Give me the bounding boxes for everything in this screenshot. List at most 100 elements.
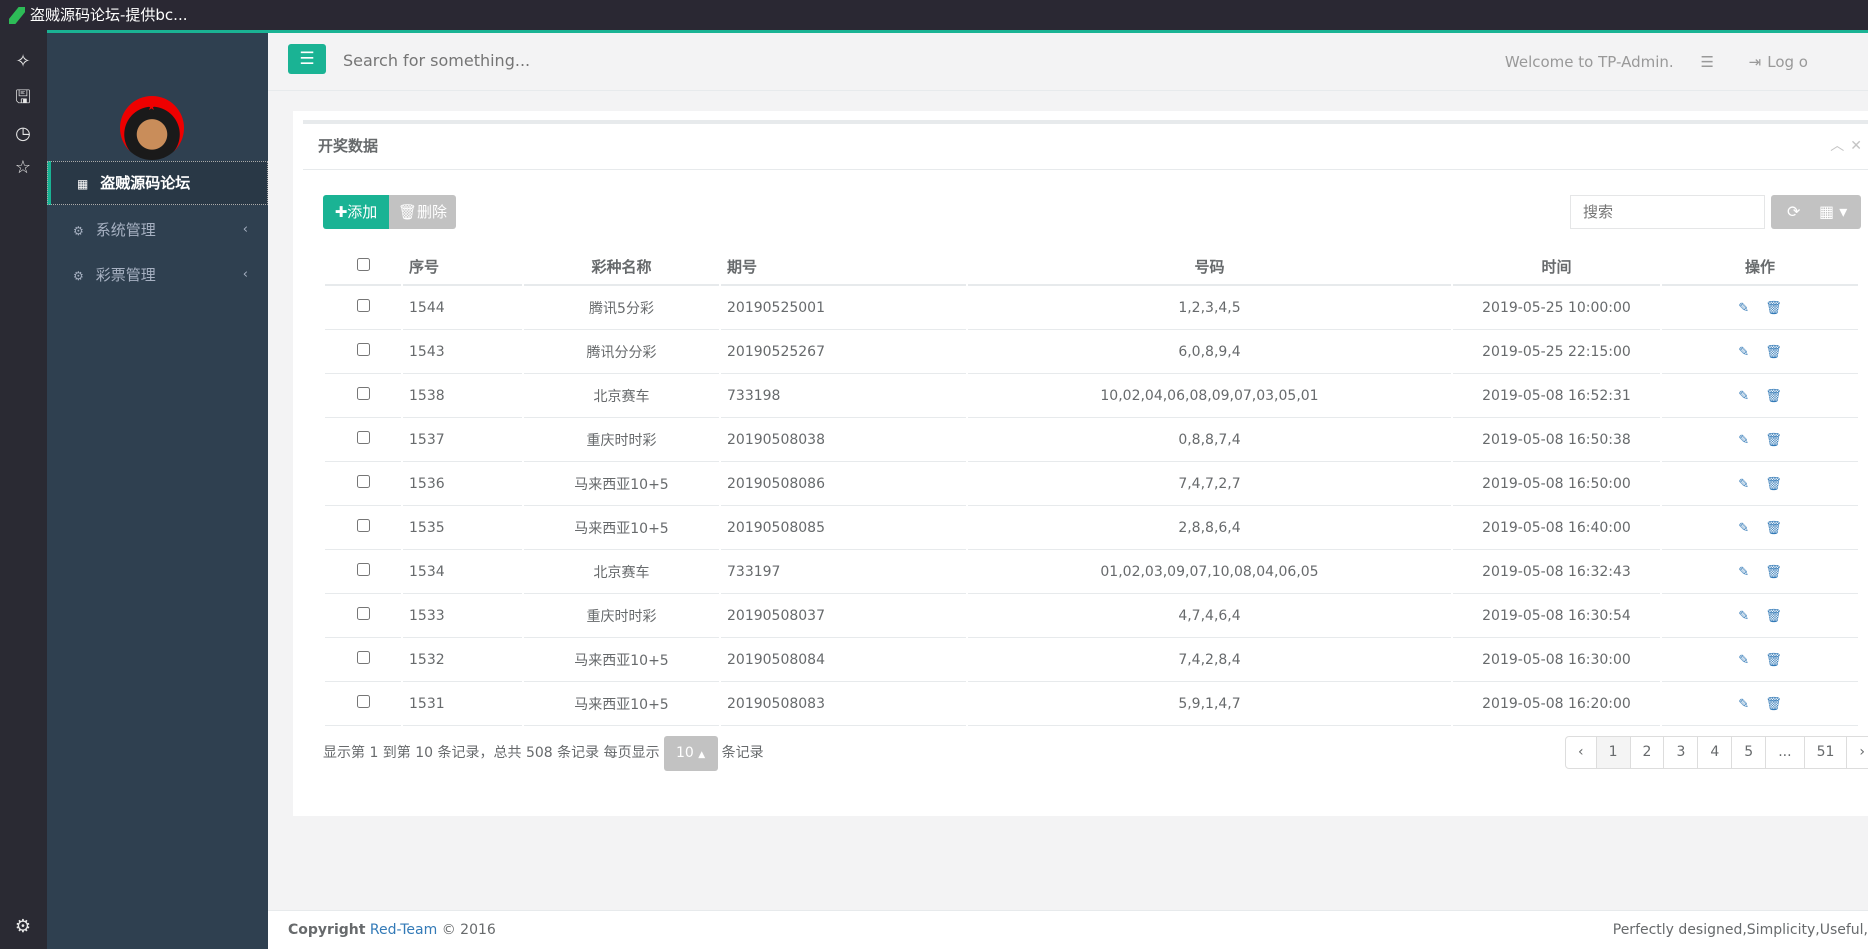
column-header[interactable]: 操作 [1662, 248, 1858, 286]
page-size-dropdown[interactable]: 10 ▲ [663, 736, 718, 771]
columns-icon[interactable]: ▦ ▾ [1819, 195, 1847, 229]
avatar[interactable] [120, 96, 184, 160]
column-header[interactable]: 号码 [968, 248, 1451, 286]
delete-button[interactable]: 🗑删除 [389, 195, 456, 229]
edit-icon[interactable]: ✎ [1738, 565, 1749, 580]
actions-cell: ✎ 🗑 [1662, 418, 1858, 462]
page-button[interactable]: 2 [1629, 737, 1664, 768]
select-all-checkbox[interactable] [356, 258, 370, 271]
page-button[interactable]: 5 [1731, 737, 1765, 768]
edit-icon[interactable]: ✎ [1738, 653, 1749, 668]
edit-icon[interactable]: ✎ [1738, 433, 1749, 448]
list-icon[interactable]: ☰ [1700, 53, 1713, 71]
edit-icon[interactable]: ✎ [1738, 389, 1749, 404]
sidebar-item-home[interactable]: ▦ 盗贼源码论坛 [47, 161, 268, 205]
top-header: ☰ Welcome to TP-Admin. ☰ ⇥ Log o [268, 33, 1868, 91]
issue-cell: 20190508038 [721, 418, 966, 462]
id-cell: 1536 [403, 462, 522, 506]
refresh-icon[interactable]: ⟳ [1787, 195, 1800, 229]
sidebar-item-lottery[interactable]: ⚙ 彩票管理 ‹ [47, 253, 268, 297]
trash-icon[interactable]: 🗑 [1765, 301, 1782, 316]
issue-cell: 20190508083 [721, 682, 966, 726]
column-header[interactable]: 期号 [721, 248, 966, 286]
data-panel: 开奖数据 ︿✕ ✚添加 🗑删除 ⟳ ▦ ▾ 序号彩种名称期号号码时间操作 154… [293, 111, 1868, 816]
menu-toggle-button[interactable]: ☰ [288, 44, 326, 74]
row-checkbox[interactable] [356, 607, 370, 620]
table-row: 1537 重庆时时彩 20190508038 0,8,8,7,4 2019-05-08 … [325, 418, 1858, 462]
edit-icon[interactable]: ✎ [1738, 521, 1749, 536]
sidebar-item-label: 系统管理 [95, 221, 156, 239]
row-select-cell [325, 462, 401, 506]
issue-cell: 20190525267 [721, 330, 966, 374]
column-header[interactable]: 序号 [403, 248, 522, 286]
row-checkbox[interactable] [356, 563, 370, 576]
logout-link[interactable]: ⇥ Log o [1749, 53, 1808, 71]
page-button[interactable]: 1 [1595, 737, 1630, 768]
edit-icon[interactable]: ✎ [1738, 609, 1749, 624]
table-row: 1543 腾讯分分彩 20190525267 6,0,8,9,4 2019-05-25 … [325, 330, 1858, 374]
page-button[interactable]: ‹ [1566, 737, 1596, 768]
trash-icon[interactable]: 🗑 [1765, 477, 1782, 492]
add-label: 添加 [347, 203, 378, 221]
id-cell: 1544 [403, 286, 522, 330]
trash-icon[interactable]: 🗑 [1765, 521, 1782, 536]
table-search-input[interactable] [1570, 195, 1765, 229]
edit-icon[interactable]: ✎ [1738, 697, 1749, 712]
page-button[interactable]: 4 [1697, 737, 1731, 768]
row-select-cell [325, 286, 401, 330]
numbers-cell: 0,8,8,7,4 [968, 418, 1451, 462]
trash-icon[interactable]: 🗑 [1765, 697, 1782, 712]
id-cell: 1535 [403, 506, 522, 550]
add-button[interactable]: ✚添加 [323, 195, 389, 229]
team-link[interactable]: Red-Team [370, 922, 437, 938]
sparkle-icon[interactable]: ✧ [12, 51, 34, 73]
time-cell: 2019-05-08 16:50:38 [1453, 418, 1660, 462]
lottery-name-cell: 重庆时时彩 [524, 594, 719, 638]
trash-icon[interactable]: 🗑 [1765, 389, 1782, 404]
actions-cell: ✎ 🗑 [1662, 286, 1858, 330]
trash-icon[interactable]: 🗑 [1765, 433, 1782, 448]
row-checkbox[interactable] [356, 519, 370, 532]
page-button[interactable]: ... [1765, 737, 1803, 768]
edit-icon[interactable]: ✎ [1738, 301, 1749, 316]
actions-cell: ✎ 🗑 [1662, 506, 1858, 550]
row-select-cell [325, 506, 401, 550]
time-cell: 2019-05-08 16:32:43 [1453, 550, 1660, 594]
gear-icon[interactable]: ⚙ [12, 916, 34, 938]
page-button[interactable]: › [1846, 737, 1868, 768]
row-checkbox[interactable] [356, 387, 370, 400]
table-row: 1531 马来西亚10+5 20190508083 5,9,1,4,7 2019-05-… [325, 682, 1858, 726]
close-icon[interactable]: ✕ [1850, 138, 1868, 154]
numbers-cell: 10,02,04,06,08,09,07,03,05,01 [968, 374, 1451, 418]
row-checkbox[interactable] [356, 475, 370, 488]
copyright-year: © 2016 [441, 922, 496, 938]
trash-icon[interactable]: 🗑 [1765, 345, 1782, 360]
actions-cell: ✎ 🗑 [1662, 330, 1858, 374]
trash-icon[interactable]: 🗑 [1765, 565, 1782, 580]
time-cell: 2019-05-08 16:50:00 [1453, 462, 1660, 506]
page-button[interactable]: 3 [1663, 737, 1697, 768]
actions-cell: ✎ 🗑 [1662, 682, 1858, 726]
row-checkbox[interactable] [356, 299, 370, 312]
row-checkbox[interactable] [356, 651, 370, 664]
collapse-icon[interactable]: ︿ [1830, 138, 1850, 154]
star-icon[interactable]: ☆ [12, 157, 34, 179]
trash-icon[interactable]: 🗑 [1765, 609, 1782, 624]
icon-strip: ✧ 🖫 ◷ ☆ ⚙ [0, 30, 47, 949]
sidebar-item-system[interactable]: ⚙ 系统管理 ‹ [47, 208, 268, 252]
search-input[interactable] [343, 45, 843, 75]
trash-icon[interactable]: 🗑 [1765, 653, 1782, 668]
page-button[interactable]: 51 [1803, 737, 1847, 768]
column-header[interactable]: 彩种名称 [524, 248, 719, 286]
column-header[interactable]: 时间 [1453, 248, 1660, 286]
clock-icon[interactable]: ◷ [12, 123, 34, 145]
edit-icon[interactable]: ✎ [1738, 477, 1749, 492]
lottery-name-cell: 马来西亚10+5 [524, 638, 719, 682]
panel-title: 开奖数据 [318, 137, 379, 155]
document-icon[interactable]: 🖫 [12, 87, 34, 109]
row-checkbox[interactable] [356, 431, 370, 444]
row-checkbox[interactable] [356, 695, 370, 708]
actions-cell: ✎ 🗑 [1662, 462, 1858, 506]
row-checkbox[interactable] [356, 343, 370, 356]
edit-icon[interactable]: ✎ [1738, 345, 1749, 360]
